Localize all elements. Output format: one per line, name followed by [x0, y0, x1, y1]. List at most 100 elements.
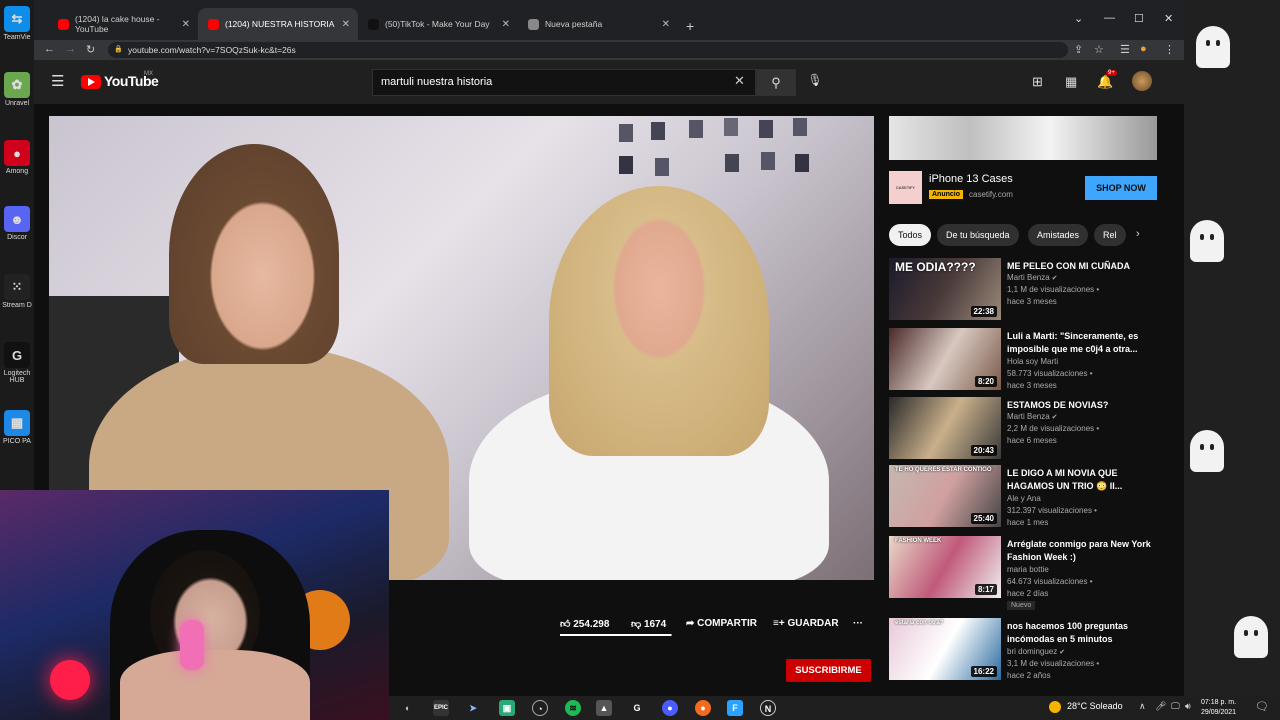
desktop-icon[interactable]: ⁙ Stream D [2, 274, 32, 309]
close-tab-icon[interactable]: ✕ [342, 19, 350, 30]
video-duration: 8:20 [974, 376, 997, 387]
browser-tab[interactable]: (1204) la cake house - YouTube ✕ [48, 8, 198, 40]
chevron-up-icon[interactable]: ∧ [1139, 701, 1146, 712]
dislike-button[interactable]: 👎︎ 1674 [631, 618, 666, 630]
taskview-icon[interactable]: ◐ [400, 700, 416, 716]
browser-tab[interactable]: (1204) NUESTRA HISTORIA ✕ [198, 8, 358, 40]
notifications-bell-icon[interactable]: 🔔 [1097, 74, 1113, 90]
epic-games-icon[interactable]: EPIC [433, 700, 449, 716]
share-button[interactable]: ➦ COMPARTIR [686, 618, 757, 629]
reading-list-icon[interactable]: ☰ [1120, 43, 1130, 56]
filter-chip[interactable]: De tu búsqueda [937, 224, 1019, 246]
recommendation-item[interactable]: 8:20 Luli a Marti: "Sinceramente, es impo… [889, 328, 1159, 392]
ad-title[interactable]: iPhone 13 Cases [929, 173, 1013, 185]
video-thumbnail[interactable]: ME ODIA???? 22:38 [889, 258, 1001, 320]
reload-icon[interactable]: ↻ [86, 43, 95, 56]
menu-icon[interactable]: ☰ [51, 72, 64, 90]
back-icon[interactable]: ← [44, 43, 55, 55]
create-video-icon[interactable]: ⊞ [1032, 74, 1043, 90]
new-tab-icon[interactable]: + [686, 18, 694, 34]
desktop-icon[interactable]: G Logitech HUB [2, 342, 32, 384]
chevron-right-icon[interactable]: › [1136, 228, 1140, 240]
volume-icon[interactable]: 🔊︎ [1185, 701, 1191, 712]
recommendation-item[interactable]: estaria con otra? 16:22 nos hacemos 100 pr… [889, 618, 1159, 682]
filter-chip[interactable]: Rel [1094, 224, 1126, 246]
desktop-icon[interactable]: ⇆ TeamVie [2, 6, 32, 41]
tab-search-icon[interactable]: ⌄ [1074, 12, 1083, 25]
g-hub-icon[interactable]: G [629, 700, 645, 716]
tab-title: (1204) NUESTRA HISTORIA [225, 19, 335, 29]
discord-icon[interactable]: ◔ [532, 700, 548, 716]
video-thumbnail[interactable]: 8:20 [889, 328, 1001, 390]
chat-app-icon[interactable]: ▣ [499, 700, 515, 716]
close-tab-icon[interactable]: ✕ [182, 19, 190, 30]
ghost-icon [1234, 616, 1268, 658]
channel-name[interactable]: Hola soy Marti [1007, 356, 1058, 368]
desktop-icon[interactable]: ● Among [2, 140, 32, 175]
save-button[interactable]: ≡+ GUARDAR [773, 618, 839, 629]
filter-chip[interactable]: Amistades [1028, 224, 1089, 246]
video-title[interactable]: LE DIGO A MI NOVIA QUE HAGAMOS UN TRIO 😳… [1007, 467, 1153, 493]
video-title[interactable]: Arréglate conmigo para New York Fashion … [1007, 538, 1153, 564]
browser-menu-icon[interactable]: ⋮ [1164, 43, 1175, 56]
video-thumbnail[interactable]: TE HO QUERES ESTAR CONTIGO 25:40 [889, 465, 1001, 527]
recommendation-item[interactable]: TE HO QUERES ESTAR CONTIGO 25:40 LE DIGO A… [889, 465, 1159, 529]
search-button[interactable]: ⚲ [756, 69, 796, 96]
account-avatar[interactable] [1132, 71, 1152, 91]
close-tab-icon[interactable]: ✕ [662, 19, 670, 30]
clear-search-icon[interactable]: ✕ [734, 73, 745, 89]
desktop-icon[interactable]: ☻ Discor [2, 206, 32, 241]
video-thumbnail[interactable]: estaria con otra? 16:22 [889, 618, 1001, 680]
close-window-icon[interactable]: ✕ [1164, 12, 1173, 25]
weather-text[interactable]: 28°C Soleado [1067, 701, 1123, 711]
maximize-icon[interactable]: ☐ [1134, 12, 1144, 25]
desktop-icon[interactable]: ✿ Unravel [2, 72, 32, 107]
forward-icon[interactable]: → [65, 43, 76, 55]
url-field[interactable]: 🔒 youtube.com/watch?v=7SOQzSuk-kc&t=26s [108, 42, 1068, 58]
ad-banner-image[interactable] [889, 116, 1157, 160]
install-icon[interactable]: ⇪ [1074, 43, 1083, 56]
app-f-icon[interactable]: F [727, 700, 743, 716]
spotify-icon[interactable]: ≋ [565, 700, 581, 716]
browser-tab[interactable]: Nueva pestaña ✕ [518, 8, 678, 40]
search-input[interactable]: martuli nuestra historia [372, 69, 756, 96]
network-icon[interactable]: 🖵 [1171, 701, 1180, 712]
channel-name[interactable]: Ale y Ana [1007, 493, 1041, 505]
shop-now-button[interactable]: SHOP NOW [1085, 176, 1157, 200]
more-actions-button[interactable]: ··· [853, 618, 863, 629]
desktop-icon-label: Logitech HUB [3, 370, 31, 384]
apps-grid-icon[interactable]: ▦ [1065, 74, 1077, 90]
video-thumbnail[interactable]: FASHION WEEK 8:17 [889, 536, 1001, 598]
mic-tray-icon[interactable]: 🎤︎ [1155, 701, 1166, 712]
filter-chip[interactable]: Todos [889, 224, 932, 246]
video-title[interactable]: nos hacemos 100 preguntas incómodas en 5… [1007, 620, 1153, 646]
youtube-logo-icon[interactable] [81, 75, 101, 89]
like-button[interactable]: 👍︎ 254.298 [560, 618, 609, 630]
minimize-icon[interactable]: — [1104, 12, 1115, 24]
video-title[interactable]: Luli a Marti: "Sinceramente, es imposibl… [1007, 330, 1153, 356]
app-icon[interactable]: ▲ [596, 700, 612, 716]
clock[interactable]: 07:18 p. m. 29/09/2021 [1201, 698, 1236, 718]
channel-name[interactable]: maria bottie [1007, 564, 1049, 576]
profile-avatar-icon[interactable]: ● [1140, 43, 1147, 55]
bookmark-star-icon[interactable]: ☆ [1094, 43, 1104, 56]
recommendation-item[interactable]: ME ODIA???? 22:38 ME PELEO CON MI CUÑADA Ma… [889, 258, 1159, 322]
video-thumbnail[interactable]: 20:43 [889, 397, 1001, 459]
browser-tab[interactable]: (50)TikTok - Make Your Day ✕ [358, 8, 518, 40]
verified-icon: ✔ [1049, 275, 1058, 282]
chrome-icon[interactable]: ● [662, 700, 678, 716]
notion-icon[interactable]: N [760, 700, 776, 716]
video-duration: 25:40 [970, 513, 997, 524]
notification-center-icon[interactable]: 🗨︎ [1255, 700, 1269, 713]
firefox-icon[interactable]: ● [695, 700, 711, 716]
steam-icon[interactable]: ➤ [465, 700, 481, 716]
ad-logo[interactable]: CASETiFY [889, 171, 922, 204]
desktop-icon[interactable]: ▦ PICO PA [2, 410, 32, 445]
subscribe-button[interactable]: SUSCRIBIRME [786, 659, 871, 682]
recommendation-item[interactable]: FASHION WEEK 8:17 Arréglate conmigo para N… [889, 536, 1159, 610]
close-tab-icon[interactable]: ✕ [502, 19, 510, 30]
sun-icon [1049, 701, 1061, 713]
recommendation-item[interactable]: 20:43 ESTAMOS DE NOVIAS? Marti Benza ✔ 2,2 … [889, 397, 1159, 461]
video-duration: 8:17 [974, 584, 997, 595]
microphone-icon[interactable]: 🎙 [807, 73, 823, 89]
